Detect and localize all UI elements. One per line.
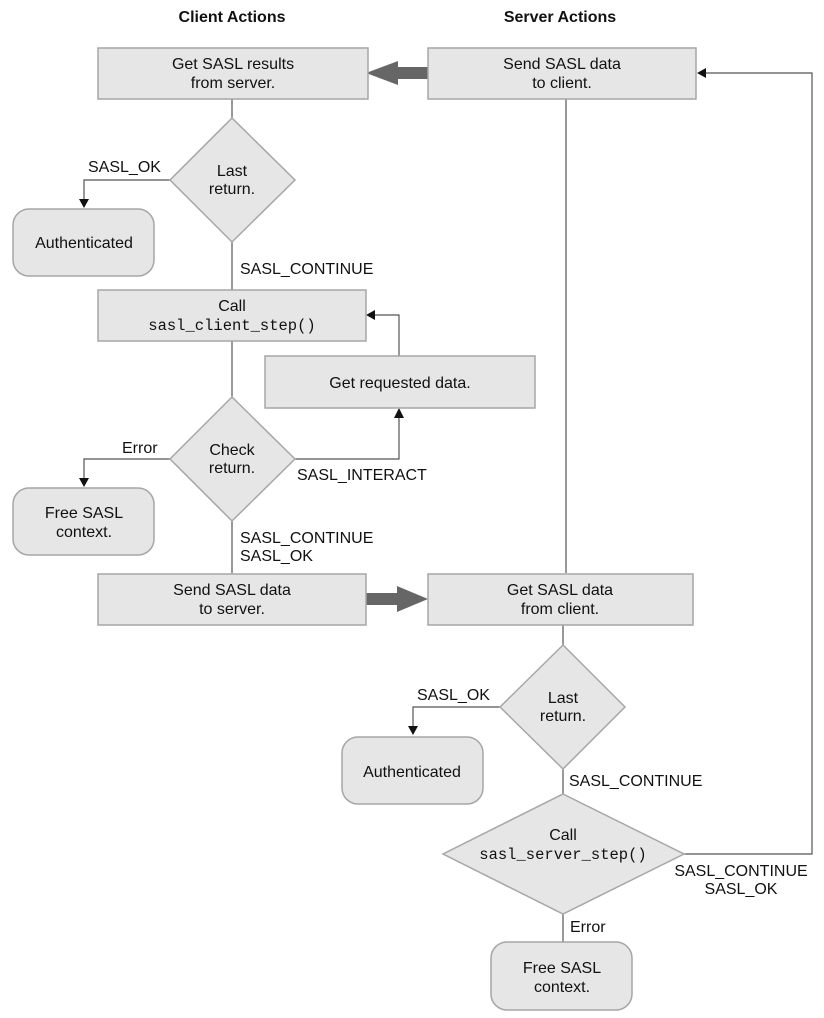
- fat-arrow-client-to-server: [366, 586, 428, 612]
- edge-label-server-loop-line2: SASL_OK: [705, 881, 778, 898]
- connector-server-ok-branch: [412, 706, 500, 727]
- node-label: Get requested data.: [329, 375, 470, 392]
- arrowhead-down-icon: [79, 199, 89, 208]
- node-server-authenticated: Authenticated: [341, 736, 484, 805]
- node-label: Check: [209, 442, 255, 459]
- node-label: Get SASL data: [507, 582, 613, 599]
- node-label: Send SASL data: [503, 56, 621, 73]
- node-client-free: Free SASL context.: [12, 487, 155, 556]
- arrowhead-left-icon: [366, 310, 375, 320]
- edge-label-server-continue: SASL_CONTINUE: [569, 773, 702, 790]
- fat-arrow-server-to-client: [366, 61, 428, 85]
- node-label: context.: [56, 524, 112, 541]
- decision-diamond: [498, 643, 627, 771]
- connector-requested-to-call-client-step: [374, 314, 400, 356]
- node-label: Last: [217, 163, 248, 180]
- node-label: return.: [209, 181, 255, 198]
- node-label: to client.: [532, 75, 592, 92]
- node-server-last-return: Last return.: [498, 643, 627, 771]
- node-label: Call: [549, 827, 577, 844]
- node-label: Get SASL results: [172, 56, 294, 73]
- node-check-return: Check return.: [168, 395, 297, 523]
- node-server-free: Free SASL context.: [490, 941, 633, 1011]
- node-send-to-server: Send SASL data to server.: [97, 573, 367, 626]
- node-label: Free SASL: [45, 505, 123, 522]
- node-label: Authenticated: [363, 764, 461, 781]
- node-call-client-step: Call sasl_client_step(): [97, 289, 367, 342]
- edge-label-client-interact: SASL_INTERACT: [297, 467, 427, 484]
- node-get-results: Get SASL results from server.: [97, 47, 369, 100]
- arrowhead-left-icon: [697, 68, 706, 78]
- node-label: Last: [548, 690, 579, 707]
- edge-label-client-error: Error: [122, 440, 158, 457]
- edge-label-client-continue2-line2: SASL_OK: [240, 548, 313, 565]
- node-label: Authenticated: [35, 235, 133, 252]
- node-label: Call: [218, 298, 246, 315]
- sasl-flowchart: Client Actions Server Actions Get SASL r…: [12, 9, 813, 1011]
- heading-client-actions: Client Actions: [179, 9, 286, 26]
- node-label: return.: [209, 460, 255, 477]
- connector-client-ok-branch: [83, 179, 170, 200]
- node-get-requested: Get requested data.: [264, 355, 536, 409]
- node-label: context.: [534, 979, 590, 996]
- node-label: Send SASL data: [173, 582, 291, 599]
- connector-server-loop: [684, 72, 813, 855]
- heading-server-actions: Server Actions: [504, 9, 616, 26]
- decision-diamond: [168, 116, 297, 244]
- edge-label-server-loop-line1: SASL_CONTINUE: [674, 863, 807, 880]
- connector-client-error-branch: [83, 458, 170, 479]
- edge-label-server-error: Error: [570, 919, 606, 936]
- arrowhead-down-icon: [79, 478, 89, 487]
- edge-label-client-continue: SASL_CONTINUE: [240, 261, 373, 278]
- node-client-last-return: Last return.: [168, 116, 297, 244]
- node-call-server-step: Call sasl_server_step(): [441, 793, 686, 915]
- node-send-to-client: Send SASL data to client.: [427, 47, 697, 100]
- edge-label-server-ok: SASL_OK: [417, 687, 490, 704]
- connector-interact-branch: [295, 416, 400, 460]
- edge-label-client-continue2-line1: SASL_CONTINUE: [240, 530, 373, 547]
- node-label: Free SASL: [523, 960, 601, 977]
- node-label: to server.: [199, 601, 265, 618]
- node-client-authenticated: Authenticated: [12, 208, 155, 277]
- node-label: from server.: [191, 75, 275, 92]
- node-code-label: sasl_server_step(): [479, 846, 646, 864]
- node-get-from-client: Get SASL data from client.: [427, 573, 694, 626]
- node-label: from client.: [521, 601, 599, 618]
- node-label: return.: [540, 708, 586, 725]
- edge-label-client-ok: SASL_OK: [88, 159, 161, 176]
- arrowhead-up-icon: [394, 408, 404, 418]
- arrowhead-down-icon: [408, 726, 418, 735]
- node-code-label: sasl_client_step(): [148, 317, 315, 335]
- decision-diamond: [168, 395, 297, 523]
